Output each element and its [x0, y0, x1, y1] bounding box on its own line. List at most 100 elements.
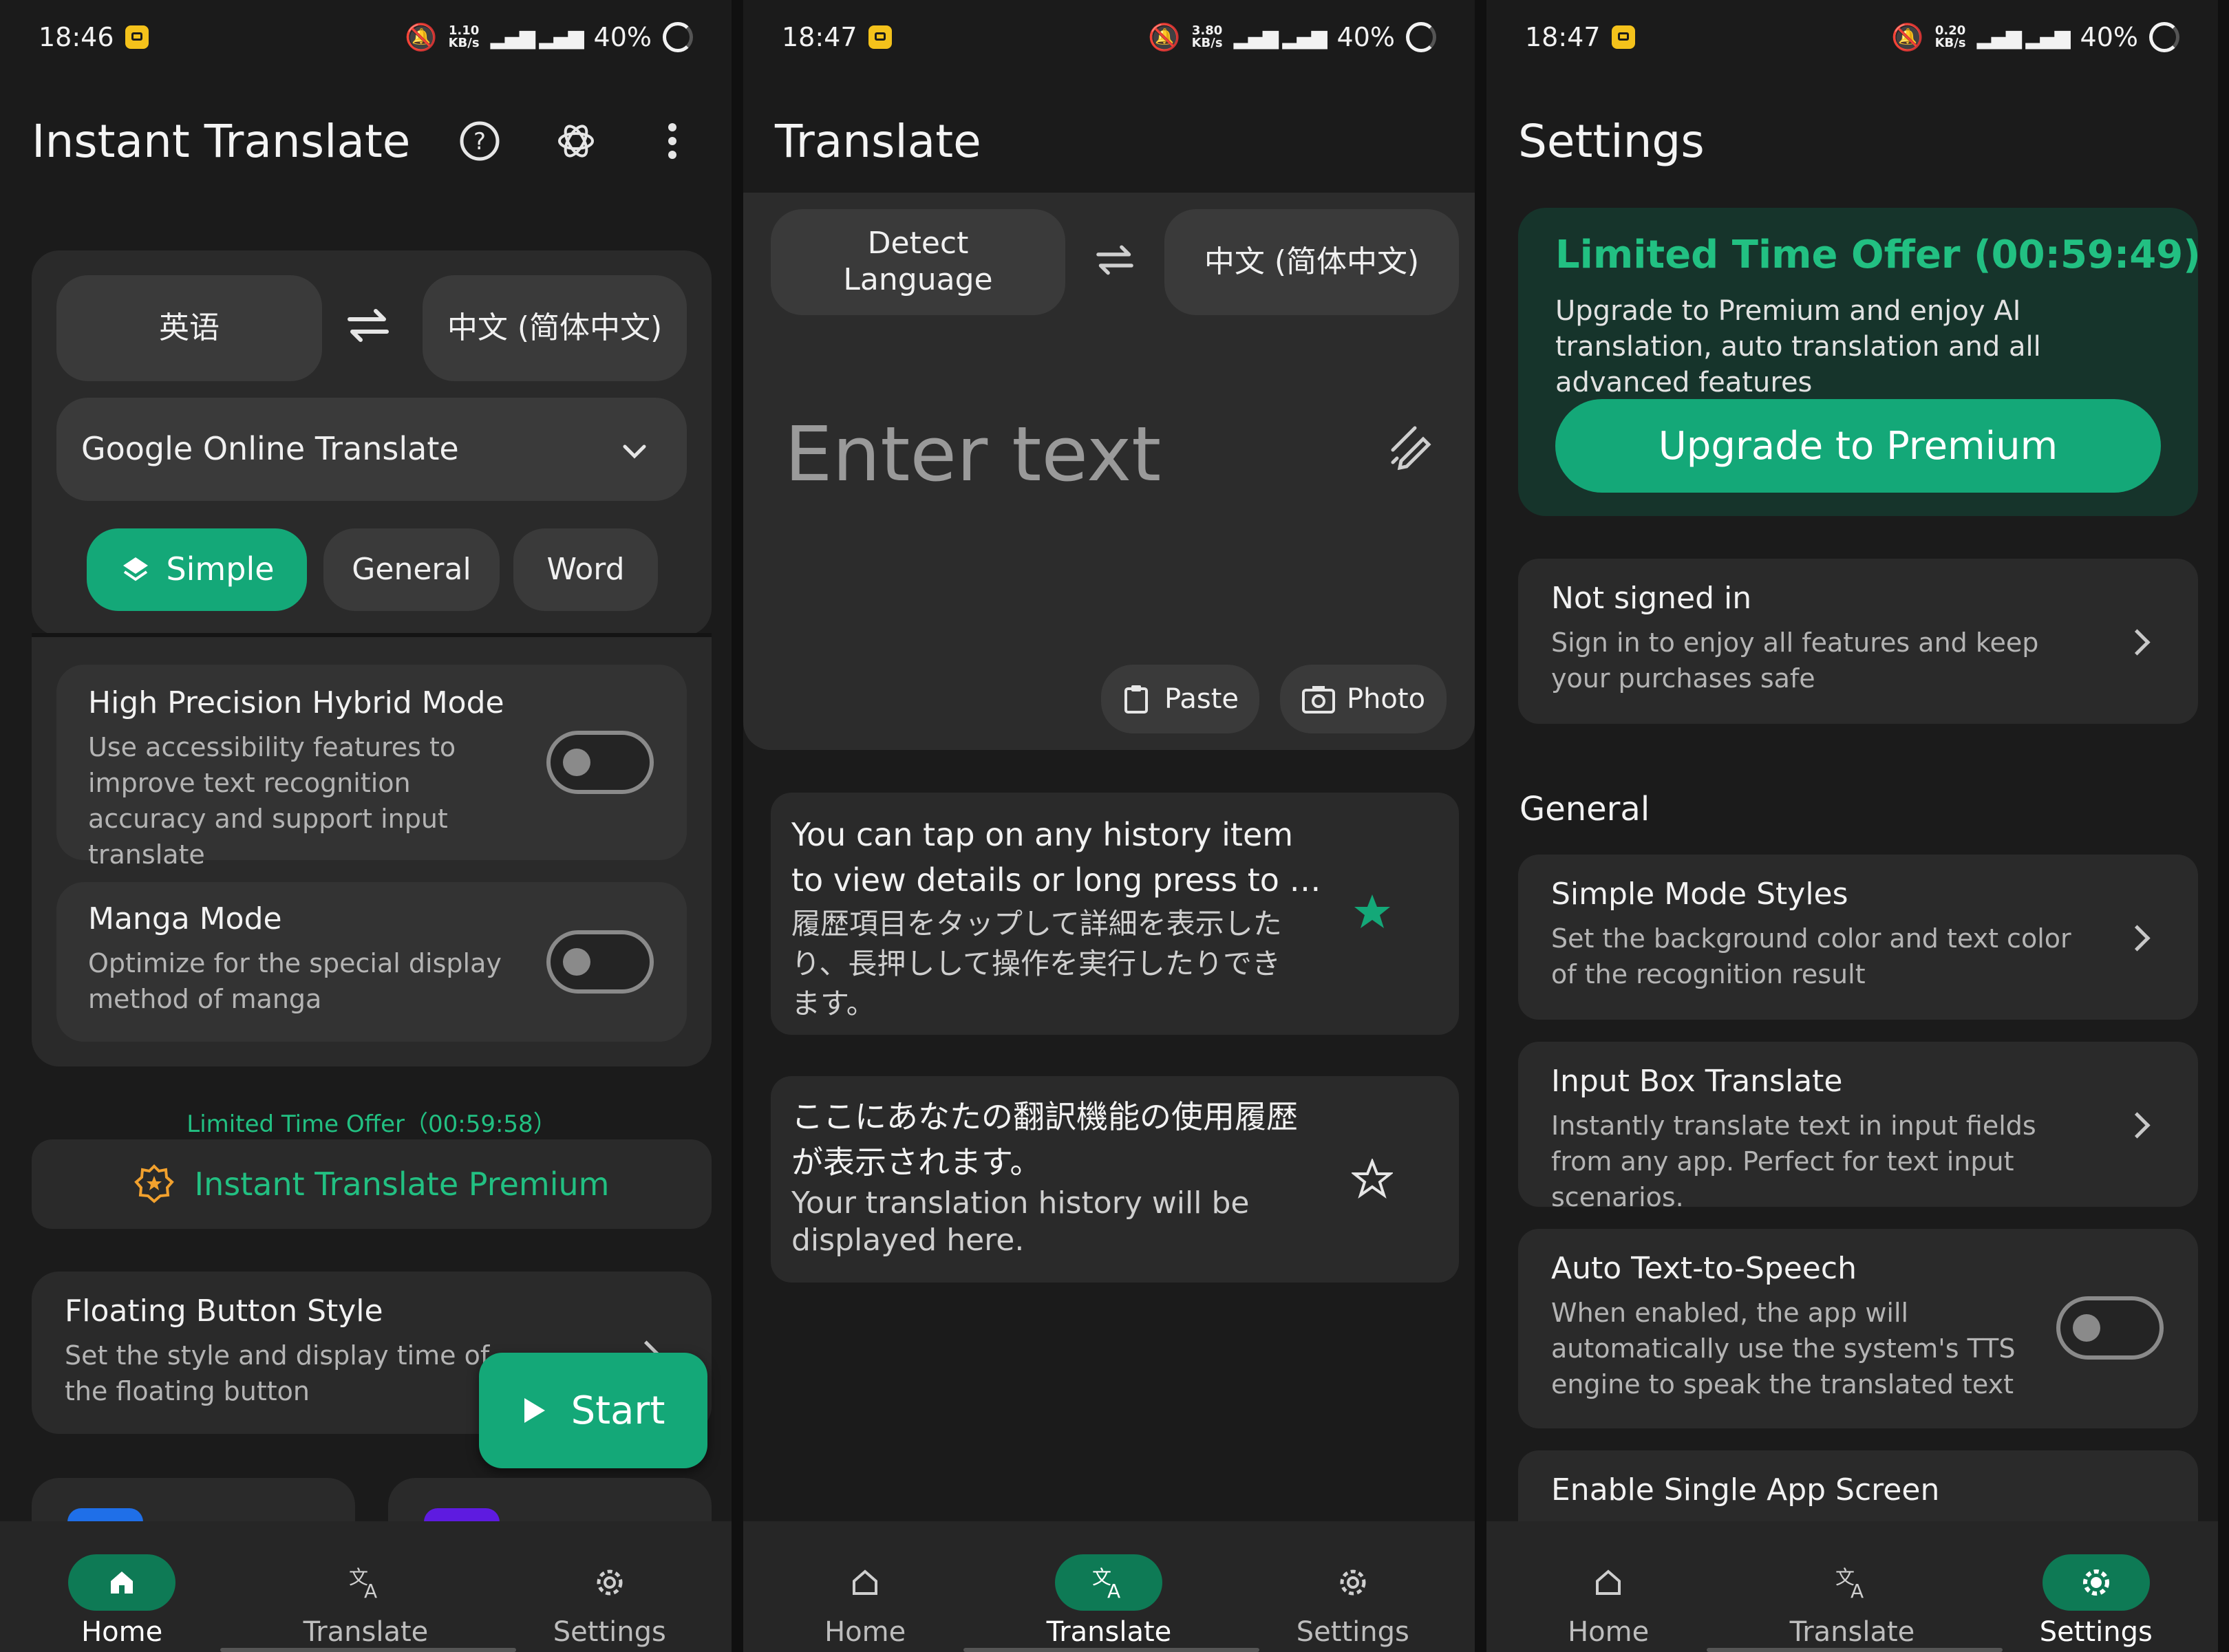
- paste-button[interactable]: Paste: [1101, 665, 1259, 733]
- hybrid-desc: Use accessibility features to improve te…: [88, 732, 456, 870]
- upgrade-button[interactable]: Upgrade to Premium: [1555, 399, 2161, 493]
- setting-input-box-translate[interactable]: Input Box Translate Instantly translate …: [1518, 1042, 2198, 1212]
- nav-home-label: Home: [81, 1616, 163, 1648]
- status-time: 18:47: [782, 22, 857, 52]
- net-speed: 1.10 KB/s: [448, 23, 480, 50]
- manga-desc: Optimize for the special display method …: [88, 948, 502, 1014]
- floating-desc: Set the style and display time of the fl…: [65, 1340, 490, 1406]
- badge-star-icon: [134, 1164, 174, 1203]
- history-target-text: 履歴項目をタップして詳細を表示したり、長押しして操作を実行したりできます。: [791, 907, 1282, 1020]
- hybrid-mode-toggle[interactable]: [546, 731, 654, 794]
- source-language-button[interactable]: Detect Language: [771, 209, 1065, 315]
- signal-icon: ▂▄▆ ▂▄▆: [490, 25, 584, 50]
- nav-settings[interactable]: Settings: [1231, 1521, 1475, 1652]
- nav-settings-label: Settings: [553, 1616, 666, 1648]
- photo-button[interactable]: Photo: [1280, 665, 1447, 733]
- battery-level: 40%: [593, 22, 652, 52]
- nav-home-label: Home: [824, 1616, 906, 1648]
- nav-home-label: Home: [1568, 1616, 1650, 1648]
- source-language-button[interactable]: 英语: [56, 275, 322, 381]
- start-label: Start: [570, 1388, 665, 1433]
- mode-simple-label: Simple: [166, 550, 275, 588]
- nav-settings[interactable]: Settings: [488, 1521, 732, 1652]
- mute-icon: 🔕: [405, 21, 438, 52]
- nav-home[interactable]: Home: [0, 1521, 244, 1652]
- battery-icon: [1406, 22, 1436, 52]
- gesture-bar: [220, 1648, 516, 1652]
- signal-icon: ▂▄▆ ▂▄▆: [1976, 25, 2071, 50]
- history-item[interactable]: ここにあなたの翻訳機能の使用履歴が表示されます。 Your translatio…: [771, 1076, 1459, 1283]
- status-bar: 18:46 🔕 1.10 KB/s ▂▄▆ ▂▄▆ 40%: [39, 15, 693, 59]
- translate-icon: 文A: [1055, 1554, 1163, 1611]
- mute-icon: 🔕: [1891, 21, 1924, 52]
- page-title: Settings: [1518, 114, 1705, 168]
- target-language-button[interactable]: 中文 (简体中文): [1164, 209, 1459, 315]
- hybrid-mode-row[interactable]: High Precision Hybrid Mode Use accessibi…: [56, 665, 687, 870]
- svg-text:A: A: [1851, 1580, 1864, 1602]
- setting-desc: When enabled, the app will automatically…: [1551, 1298, 2016, 1399]
- star-filled-icon[interactable]: [1352, 892, 1393, 933]
- engine-label: Google Online Translate: [81, 430, 459, 468]
- settings-screen: 18:47 🔕 0.20 KB/s ▂▄▆ ▂▄▆ 40% Settings Li…: [1486, 0, 2218, 1652]
- camera-icon: [1301, 686, 1335, 714]
- bottom-nav: Home 文A Translate Settings: [0, 1521, 732, 1652]
- app-bar: Translate: [775, 110, 1443, 172]
- handwriting-icon[interactable]: [1387, 422, 1440, 478]
- swap-languages-icon[interactable]: [1093, 242, 1137, 279]
- nav-settings[interactable]: Settings: [1974, 1521, 2218, 1652]
- setting-auto-tts[interactable]: Auto Text-to-Speech When enabled, the ap…: [1518, 1229, 2198, 1428]
- nav-settings-label: Settings: [1296, 1616, 1409, 1648]
- setting-title: Auto Text-to-Speech: [1551, 1251, 1857, 1286]
- more-menu-icon[interactable]: [645, 114, 700, 169]
- mode-simple-button[interactable]: Simple: [87, 528, 307, 611]
- bottom-nav: Home 文A Translate Settings: [743, 1521, 1475, 1652]
- ai-knot-icon[interactable]: [548, 114, 604, 169]
- setting-title: Simple Mode Styles: [1551, 877, 1848, 912]
- offer-desc: Upgrade to Premium and enjoy AI translat…: [1555, 295, 2041, 398]
- setting-simple-mode-styles[interactable]: Simple Mode Styles Set the background co…: [1518, 855, 2198, 1020]
- target-language-button[interactable]: 中文 (简体中文): [423, 275, 687, 381]
- chevron-down-icon: [621, 432, 648, 470]
- section-general-heading: General: [1519, 790, 1650, 828]
- offer-title: Limited Time Offer (00:59:49): [1555, 233, 2201, 277]
- nav-translate[interactable]: 文A Translate: [987, 1521, 1230, 1652]
- nav-translate[interactable]: 文A Translate: [1730, 1521, 1974, 1652]
- gear-icon: [1299, 1554, 1407, 1611]
- help-icon[interactable]: ?: [452, 114, 507, 169]
- engine-select[interactable]: Google Online Translate: [56, 398, 687, 501]
- premium-label: Instant Translate Premium: [194, 1166, 610, 1203]
- status-bar: 18:47 🔕 0.20 KB/s ▂▄▆ ▂▄▆ 40%: [1525, 15, 2179, 59]
- home-screen: 18:46 🔕 1.10 KB/s ▂▄▆ ▂▄▆ 40% Instant Tra…: [0, 0, 732, 1652]
- account-row[interactable]: Not signed in Sign in to enjoy all featu…: [1518, 559, 2198, 724]
- nav-translate-label: Translate: [303, 1616, 429, 1648]
- nav-home[interactable]: Home: [1486, 1521, 1730, 1652]
- mode-word-button[interactable]: Word: [513, 528, 658, 611]
- account-desc: Sign in to enjoy all features and keep y…: [1551, 627, 2039, 694]
- manga-mode-row[interactable]: Manga Mode Optimize for the special disp…: [56, 882, 687, 1042]
- star-outline-icon[interactable]: [1352, 1159, 1393, 1200]
- net-speed: 0.20 KB/s: [1934, 23, 1966, 50]
- account-title: Not signed in: [1551, 581, 1752, 616]
- mode-general-button[interactable]: General: [323, 528, 500, 611]
- svg-text:A: A: [1107, 1580, 1120, 1602]
- nav-translate[interactable]: 文A Translate: [244, 1521, 487, 1652]
- offer-card: Limited Time Offer (00:59:49) Upgrade to…: [1518, 208, 2201, 516]
- app-lock-icon: [125, 25, 149, 49]
- text-input[interactable]: Enter text: [785, 410, 1161, 498]
- start-button[interactable]: Start: [479, 1353, 707, 1468]
- app-lock-icon: [1611, 25, 1635, 49]
- svg-text:?: ?: [473, 128, 486, 155]
- history-item[interactable]: You can tap on any history item to view …: [771, 793, 1459, 1035]
- premium-banner[interactable]: Instant Translate Premium: [32, 1139, 712, 1229]
- input-card: Detect Language 中文 (简体中文) Enter text Pas…: [743, 193, 1475, 750]
- page-title: Translate: [775, 114, 981, 168]
- swap-languages-icon[interactable]: [344, 305, 392, 347]
- chevron-right-icon: [2124, 629, 2151, 656]
- auto-tts-toggle[interactable]: [2056, 1296, 2164, 1360]
- nav-home[interactable]: Home: [743, 1521, 987, 1652]
- status-time: 18:47: [1525, 22, 1601, 52]
- setting-title: Input Box Translate: [1551, 1064, 1843, 1099]
- gear-icon: [556, 1554, 663, 1611]
- manga-mode-toggle[interactable]: [546, 930, 654, 994]
- nav-settings-label: Settings: [2039, 1616, 2153, 1648]
